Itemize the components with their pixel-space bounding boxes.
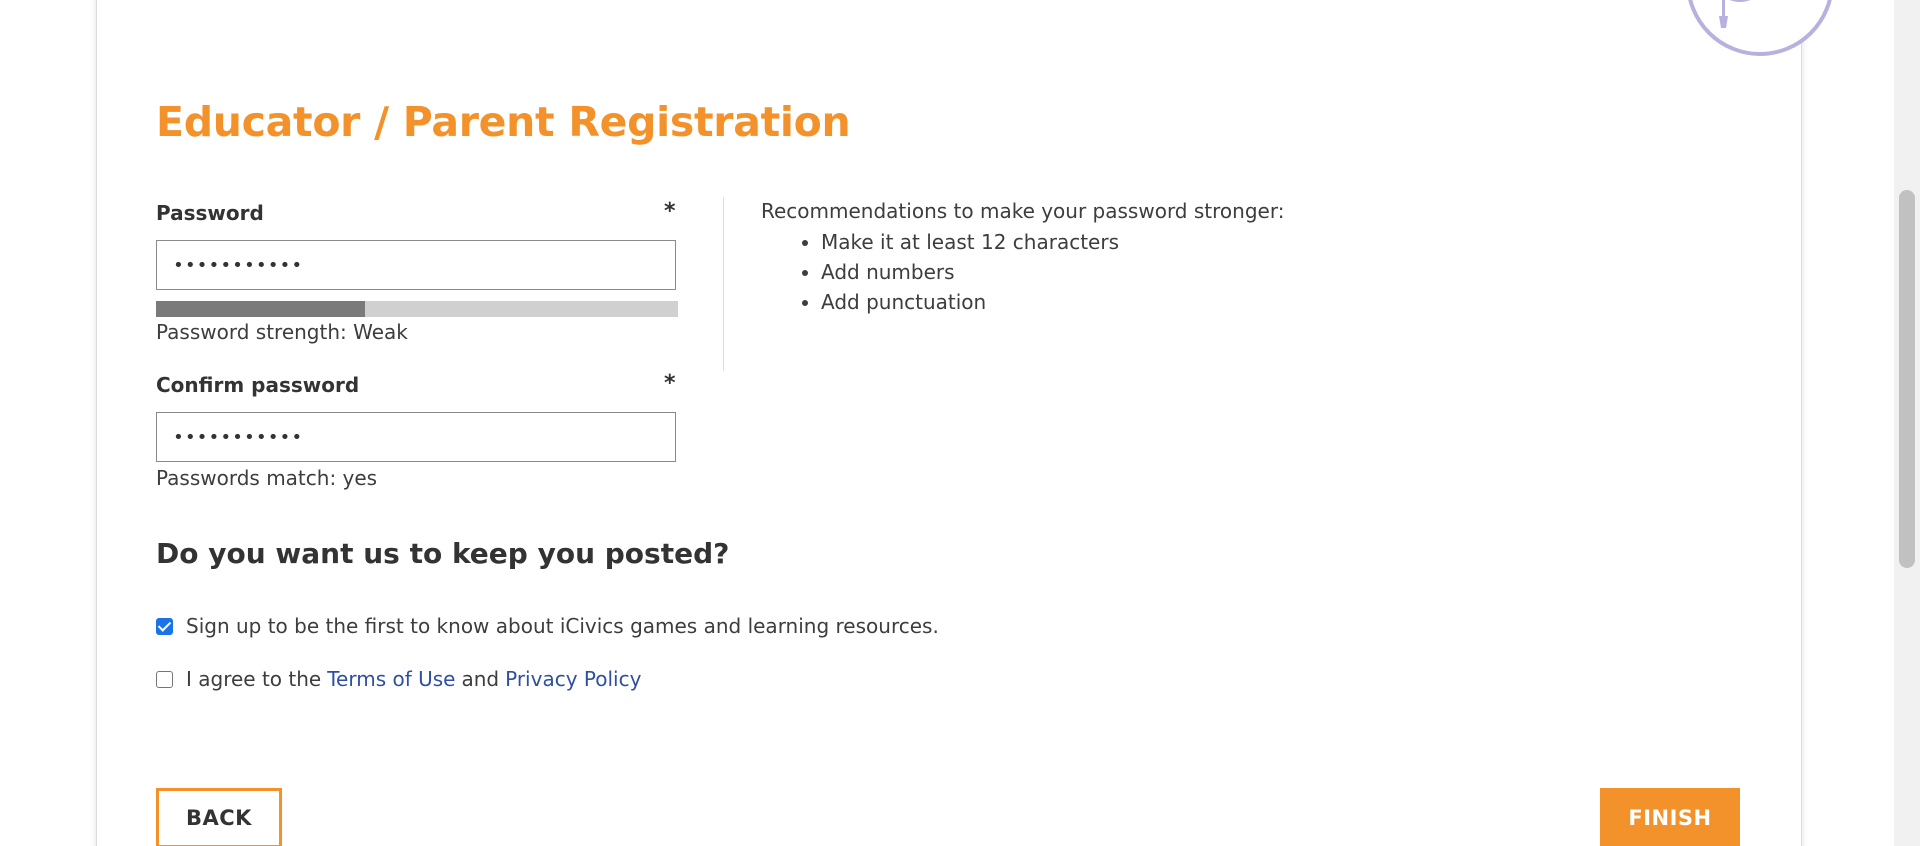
password-recommendations: Recommendations to make your password st… — [761, 199, 1284, 317]
recommendation-item: Make it at least 12 characters — [821, 227, 1284, 257]
page: Educator / Parent Registration Password … — [0, 0, 1920, 846]
recommendations-intro: Recommendations to make your password st… — [761, 199, 1285, 223]
recommendation-item: Add punctuation — [821, 287, 1284, 317]
section-divider — [723, 197, 724, 371]
newsletter-signup-row: Sign up to be the first to know about iC… — [156, 614, 939, 638]
terms-row: I agree to the Terms of Use and Privacy … — [156, 667, 647, 691]
newsletter-signup-checkbox[interactable] — [156, 617, 173, 635]
password-match-text: Passwords match: yes — [156, 466, 378, 490]
newsletter-signup-label: Sign up to be the first to know about iC… — [186, 614, 939, 638]
privacy-policy-link[interactable]: Privacy Policy — [505, 667, 641, 691]
confirm-password-required-mark: * — [664, 371, 676, 396]
graduation-cap-icon — [1686, 0, 1834, 56]
back-button[interactable]: BACK — [156, 788, 282, 846]
terms-and: and — [461, 667, 500, 691]
password-strength-text: Password strength: Weak — [156, 320, 408, 344]
password-required-mark: * — [664, 199, 676, 224]
terms-agree-checkbox[interactable] — [156, 670, 173, 688]
newsletter-heading: Do you want us to keep you posted? — [156, 537, 730, 570]
vertical-scrollbar[interactable] — [1894, 0, 1920, 846]
password-strength-meter — [156, 301, 678, 317]
finish-button[interactable]: FINISH — [1600, 788, 1740, 846]
confirm-password-input[interactable]: ••••••••••• — [156, 412, 676, 462]
password-label: Password — [156, 201, 264, 225]
confirm-password-label: Confirm password — [156, 373, 360, 397]
page-title: Educator / Parent Registration — [156, 98, 851, 146]
terms-prefix: I agree to the — [186, 667, 322, 691]
password-input[interactable]: ••••••••••• — [156, 240, 676, 290]
terms-of-use-link[interactable]: Terms of Use — [327, 667, 455, 691]
recommendations-list: Make it at least 12 characters Add numbe… — [761, 227, 1284, 317]
password-strength-fill — [156, 301, 365, 317]
recommendation-item: Add numbers — [821, 257, 1284, 287]
scrollbar-thumb[interactable] — [1899, 190, 1915, 568]
